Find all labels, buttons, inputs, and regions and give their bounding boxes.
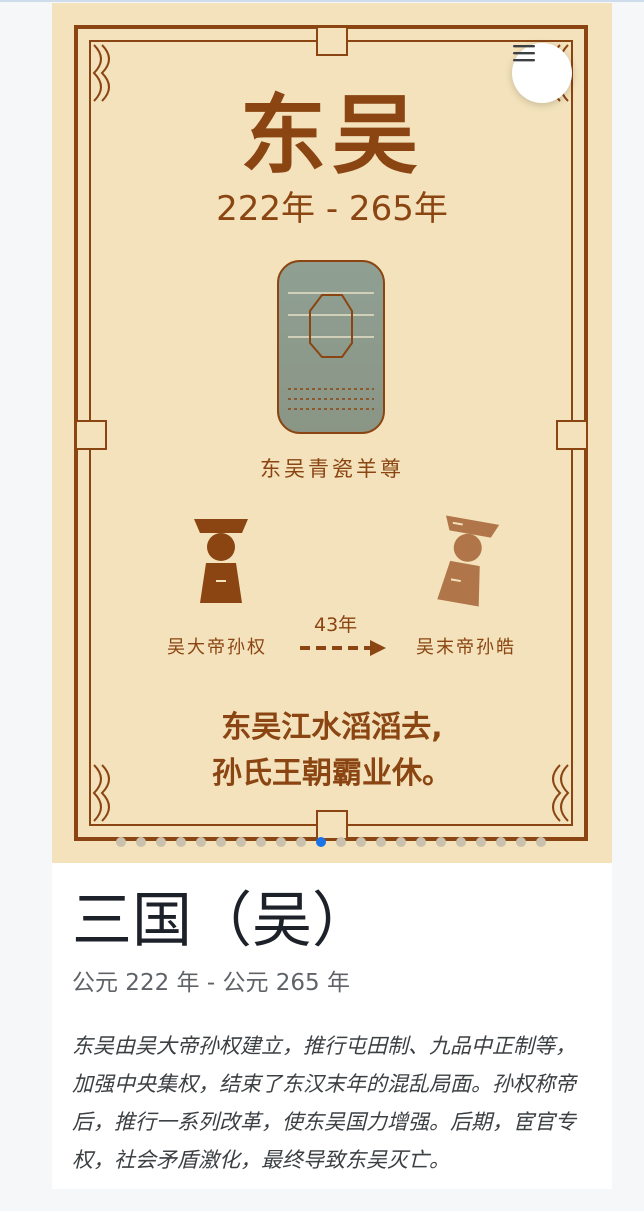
carousel-dots [116,837,546,847]
carousel-dot[interactable] [456,837,466,847]
dynasty-card: 东吴 222年 - 265年 东吴青瓷羊尊 吴大帝孙权 43年 吴末帝孙皓 东吴… [52,3,612,1189]
dynasty-title: 三国（吴） [72,886,372,956]
carousel-dot[interactable] [156,837,166,847]
poem-line-1: 东吴江水滔滔去, [221,710,443,745]
carousel-dot[interactable] [316,837,326,847]
poem-line-2: 孙氏王朝霸业休。 [212,756,452,791]
top-border-line [0,0,644,2]
carousel-dot[interactable] [136,837,146,847]
carousel-dot[interactable] [176,837,186,847]
carousel-dot[interactable] [256,837,266,847]
carousel-dot[interactable] [196,837,206,847]
emperor-sun-quan-icon [194,519,248,603]
carousel-dot[interactable] [116,837,126,847]
emperor-first-label: 吴大帝孙权 [167,637,267,658]
celadon-vessel-icon [277,260,385,434]
carousel-dot[interactable] [296,837,306,847]
artifact-label: 东吴青瓷羊尊 [260,457,404,481]
carousel-dot[interactable] [236,837,246,847]
hamburger-menu-icon [513,45,535,62]
carousel-dot[interactable] [536,837,546,847]
carousel-dot[interactable] [496,837,506,847]
poem: 东吴江水滔滔去, 孙氏王朝霸业休。 [52,705,612,797]
carousel-dot[interactable] [216,837,226,847]
carousel-dot[interactable] [416,837,426,847]
carousel-dot[interactable] [516,837,526,847]
carousel-dot[interactable] [356,837,366,847]
emperor-sun-hao-icon [437,515,500,607]
dynasty-period: 公元 222 年 - 公元 265 年 [72,970,350,996]
carousel-dot[interactable] [476,837,486,847]
carousel-dot[interactable] [276,837,286,847]
carousel-dot[interactable] [436,837,446,847]
dynasty-description: 东吴由吴大帝孙权建立，推行屯田制、九品中正制等，加强中央集权，结束了东汉末年的混… [72,1034,576,1172]
poster-years: 222年 - 265年 [216,189,448,229]
menu-button[interactable] [512,43,572,103]
carousel-dot[interactable] [396,837,406,847]
reign-span-label: 43年 [314,614,358,636]
carousel-dot[interactable] [376,837,386,847]
succession-arrow-icon [300,640,386,656]
emperor-last-label: 吴末帝孙皓 [416,637,516,658]
carousel-dot[interactable] [336,837,346,847]
dynasty-poster: 东吴 222年 - 265年 东吴青瓷羊尊 吴大帝孙权 43年 吴末帝孙皓 东吴… [52,3,612,863]
